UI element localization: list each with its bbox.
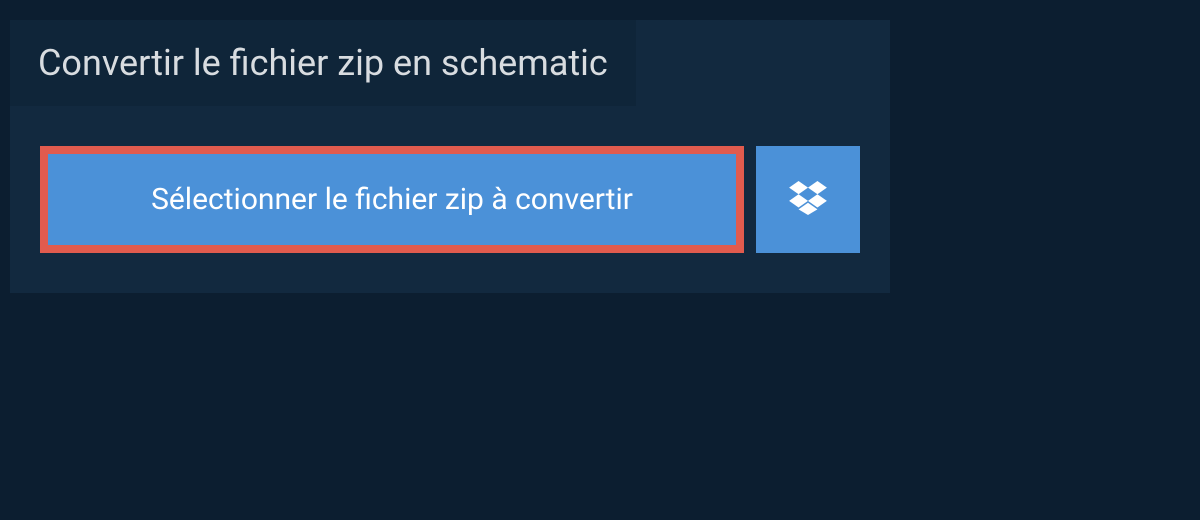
action-row: Sélectionner le fichier zip à convertir xyxy=(10,106,890,253)
converter-panel: Convertir le fichier zip en schematic Sé… xyxy=(10,20,890,293)
page-title: Convertir le fichier zip en schematic xyxy=(38,42,608,84)
title-bar: Convertir le fichier zip en schematic xyxy=(10,20,636,106)
select-file-button[interactable]: Sélectionner le fichier zip à convertir xyxy=(40,146,744,253)
dropbox-button[interactable] xyxy=(756,146,860,253)
select-file-label: Sélectionner le fichier zip à convertir xyxy=(151,182,633,217)
dropbox-icon xyxy=(789,181,827,219)
